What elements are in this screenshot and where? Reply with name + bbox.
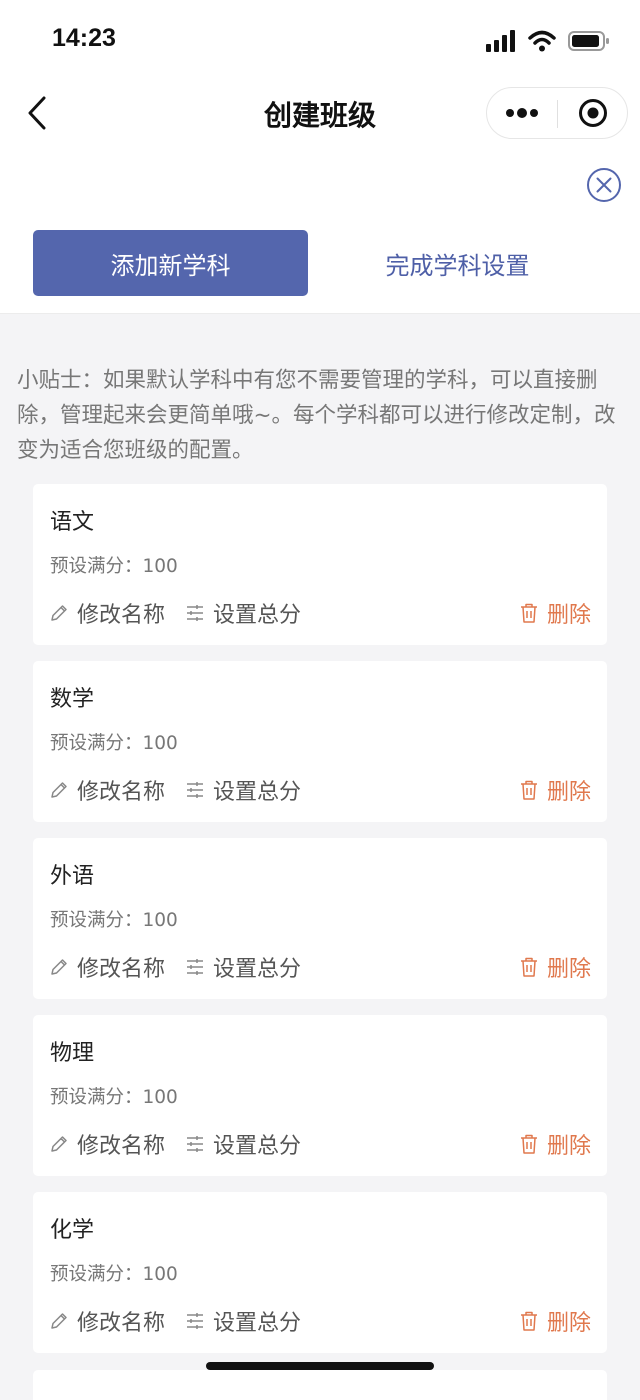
pencil-icon [51,959,67,975]
delete-label: 删除 [546,1311,591,1336]
rename-button[interactable]: 修改名称 [49,597,165,629]
rename-button[interactable]: 修改名称 [49,774,165,806]
subject-name: 语文 [50,510,95,535]
home-indicator[interactable] [206,1362,434,1370]
trash-icon [520,603,537,623]
sliders-icon [187,1313,203,1329]
subject-name: 外语 [50,864,95,889]
rename-label: 修改名称 [77,780,166,805]
add-subject-button[interactable]: 添加新学科 [33,230,308,296]
sliders-icon [187,782,203,798]
pencil-icon [51,1136,67,1152]
pencil-icon [51,605,67,621]
set-total-button[interactable]: 设置总分 [185,597,301,629]
subject-card: 物理 预设满分：100 修改名称 设置总分 删除 [33,1015,607,1176]
set-total-label: 设置总分 [213,780,302,805]
rename-label: 修改名称 [77,1134,166,1159]
set-total-button[interactable]: 设置总分 [185,774,301,806]
battery-icon [568,31,609,51]
mini-program-capsule [486,87,628,139]
rename-label: 修改名称 [77,1311,166,1336]
more-icon [506,108,538,118]
tip-text: 小贴士：如果默认学科中有您不需要管理的学科，可以直接删除，管理起来会更简单哦~。… [17,368,616,463]
delete-label: 删除 [546,1134,591,1159]
rename-button[interactable]: 修改名称 [49,1128,165,1160]
close-mini-program-button[interactable] [558,88,628,138]
close-circle-icon [587,168,621,202]
rename-label: 修改名称 [77,957,166,982]
status-bar: 14:23 [0,0,640,80]
subject-name: 数学 [50,687,95,712]
subject-score: 预设满分：100 [50,1264,178,1285]
trash-icon [520,1311,537,1331]
delete-button[interactable]: 删除 [519,597,591,629]
top-panel: 添加新学科 完成学科设置 [0,150,640,314]
rename-button[interactable]: 修改名称 [49,1305,165,1337]
sliders-icon [187,1136,203,1152]
set-total-button[interactable]: 设置总分 [185,1128,301,1160]
trash-icon [520,957,537,977]
subject-name: 化学 [50,1218,95,1243]
subject-score: 预设满分：100 [50,733,178,754]
subject-card: 外语 预设满分：100 修改名称 设置总分 删除 [33,838,607,999]
finish-setup-button[interactable]: 完成学科设置 [320,230,595,296]
subject-card: 化学 预设满分：100 修改名称 设置总分 删除 [33,1192,607,1353]
nav-bar: 创建班级 [0,80,640,150]
delete-button[interactable]: 删除 [519,1128,591,1160]
trash-icon [520,1134,537,1154]
delete-button[interactable]: 删除 [519,774,591,806]
more-button[interactable] [487,88,557,138]
rename-label: 修改名称 [77,603,166,628]
subject-score: 预设满分：100 [50,910,178,931]
pencil-icon [51,782,67,798]
subject-name: 物理 [50,1041,95,1066]
status-time: 14:23 [52,24,116,52]
subject-list: 语文 预设满分：100 修改名称 设置总分 删除 数学 预设满分：100 修改名… [33,484,607,1369]
trash-icon [520,780,537,800]
dismiss-button[interactable] [586,167,622,203]
status-icons [486,28,610,54]
set-total-label: 设置总分 [213,1311,302,1336]
wifi-icon [528,30,556,52]
set-total-button[interactable]: 设置总分 [185,1305,301,1337]
signal-icon [486,30,515,52]
rename-button[interactable]: 修改名称 [49,951,165,983]
set-total-label: 设置总分 [213,1134,302,1159]
delete-label: 删除 [546,957,591,982]
set-total-label: 设置总分 [213,603,302,628]
subject-score: 预设满分：100 [50,556,178,577]
delete-button[interactable]: 删除 [519,951,591,983]
subject-card: 数学 预设满分：100 修改名称 设置总分 删除 [33,661,607,822]
set-total-button[interactable]: 设置总分 [185,951,301,983]
set-total-label: 设置总分 [213,957,302,982]
subject-card: 语文 预设满分：100 修改名称 设置总分 删除 [33,484,607,645]
pencil-icon [51,1313,67,1329]
delete-label: 删除 [546,780,591,805]
sliders-icon [187,959,203,975]
delete-button[interactable]: 删除 [519,1305,591,1337]
subject-score: 预设满分：100 [50,1087,178,1108]
delete-label: 删除 [546,603,591,628]
sliders-icon [187,605,203,621]
next-subject-card [33,1370,607,1400]
target-icon [579,99,607,127]
